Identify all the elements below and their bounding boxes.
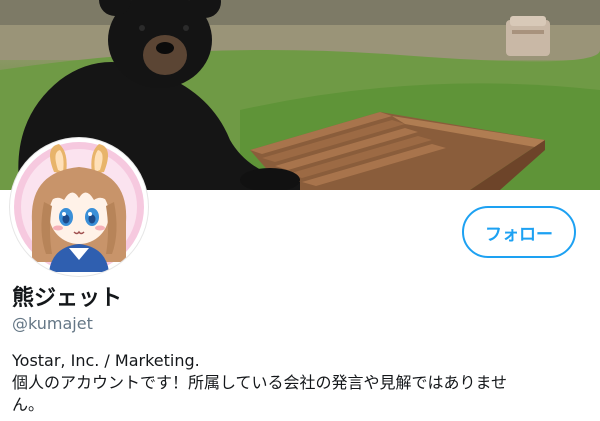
profile-bio: Yostar, Inc. / Marketing. 個人のアカウントです！所属し… [12, 351, 508, 414]
display-name: 熊ジェット [12, 286, 123, 311]
profile-avatar[interactable] [10, 138, 148, 276]
user-handle: @kumajet [12, 314, 93, 333]
follow-button[interactable]: フォロー [462, 206, 576, 258]
